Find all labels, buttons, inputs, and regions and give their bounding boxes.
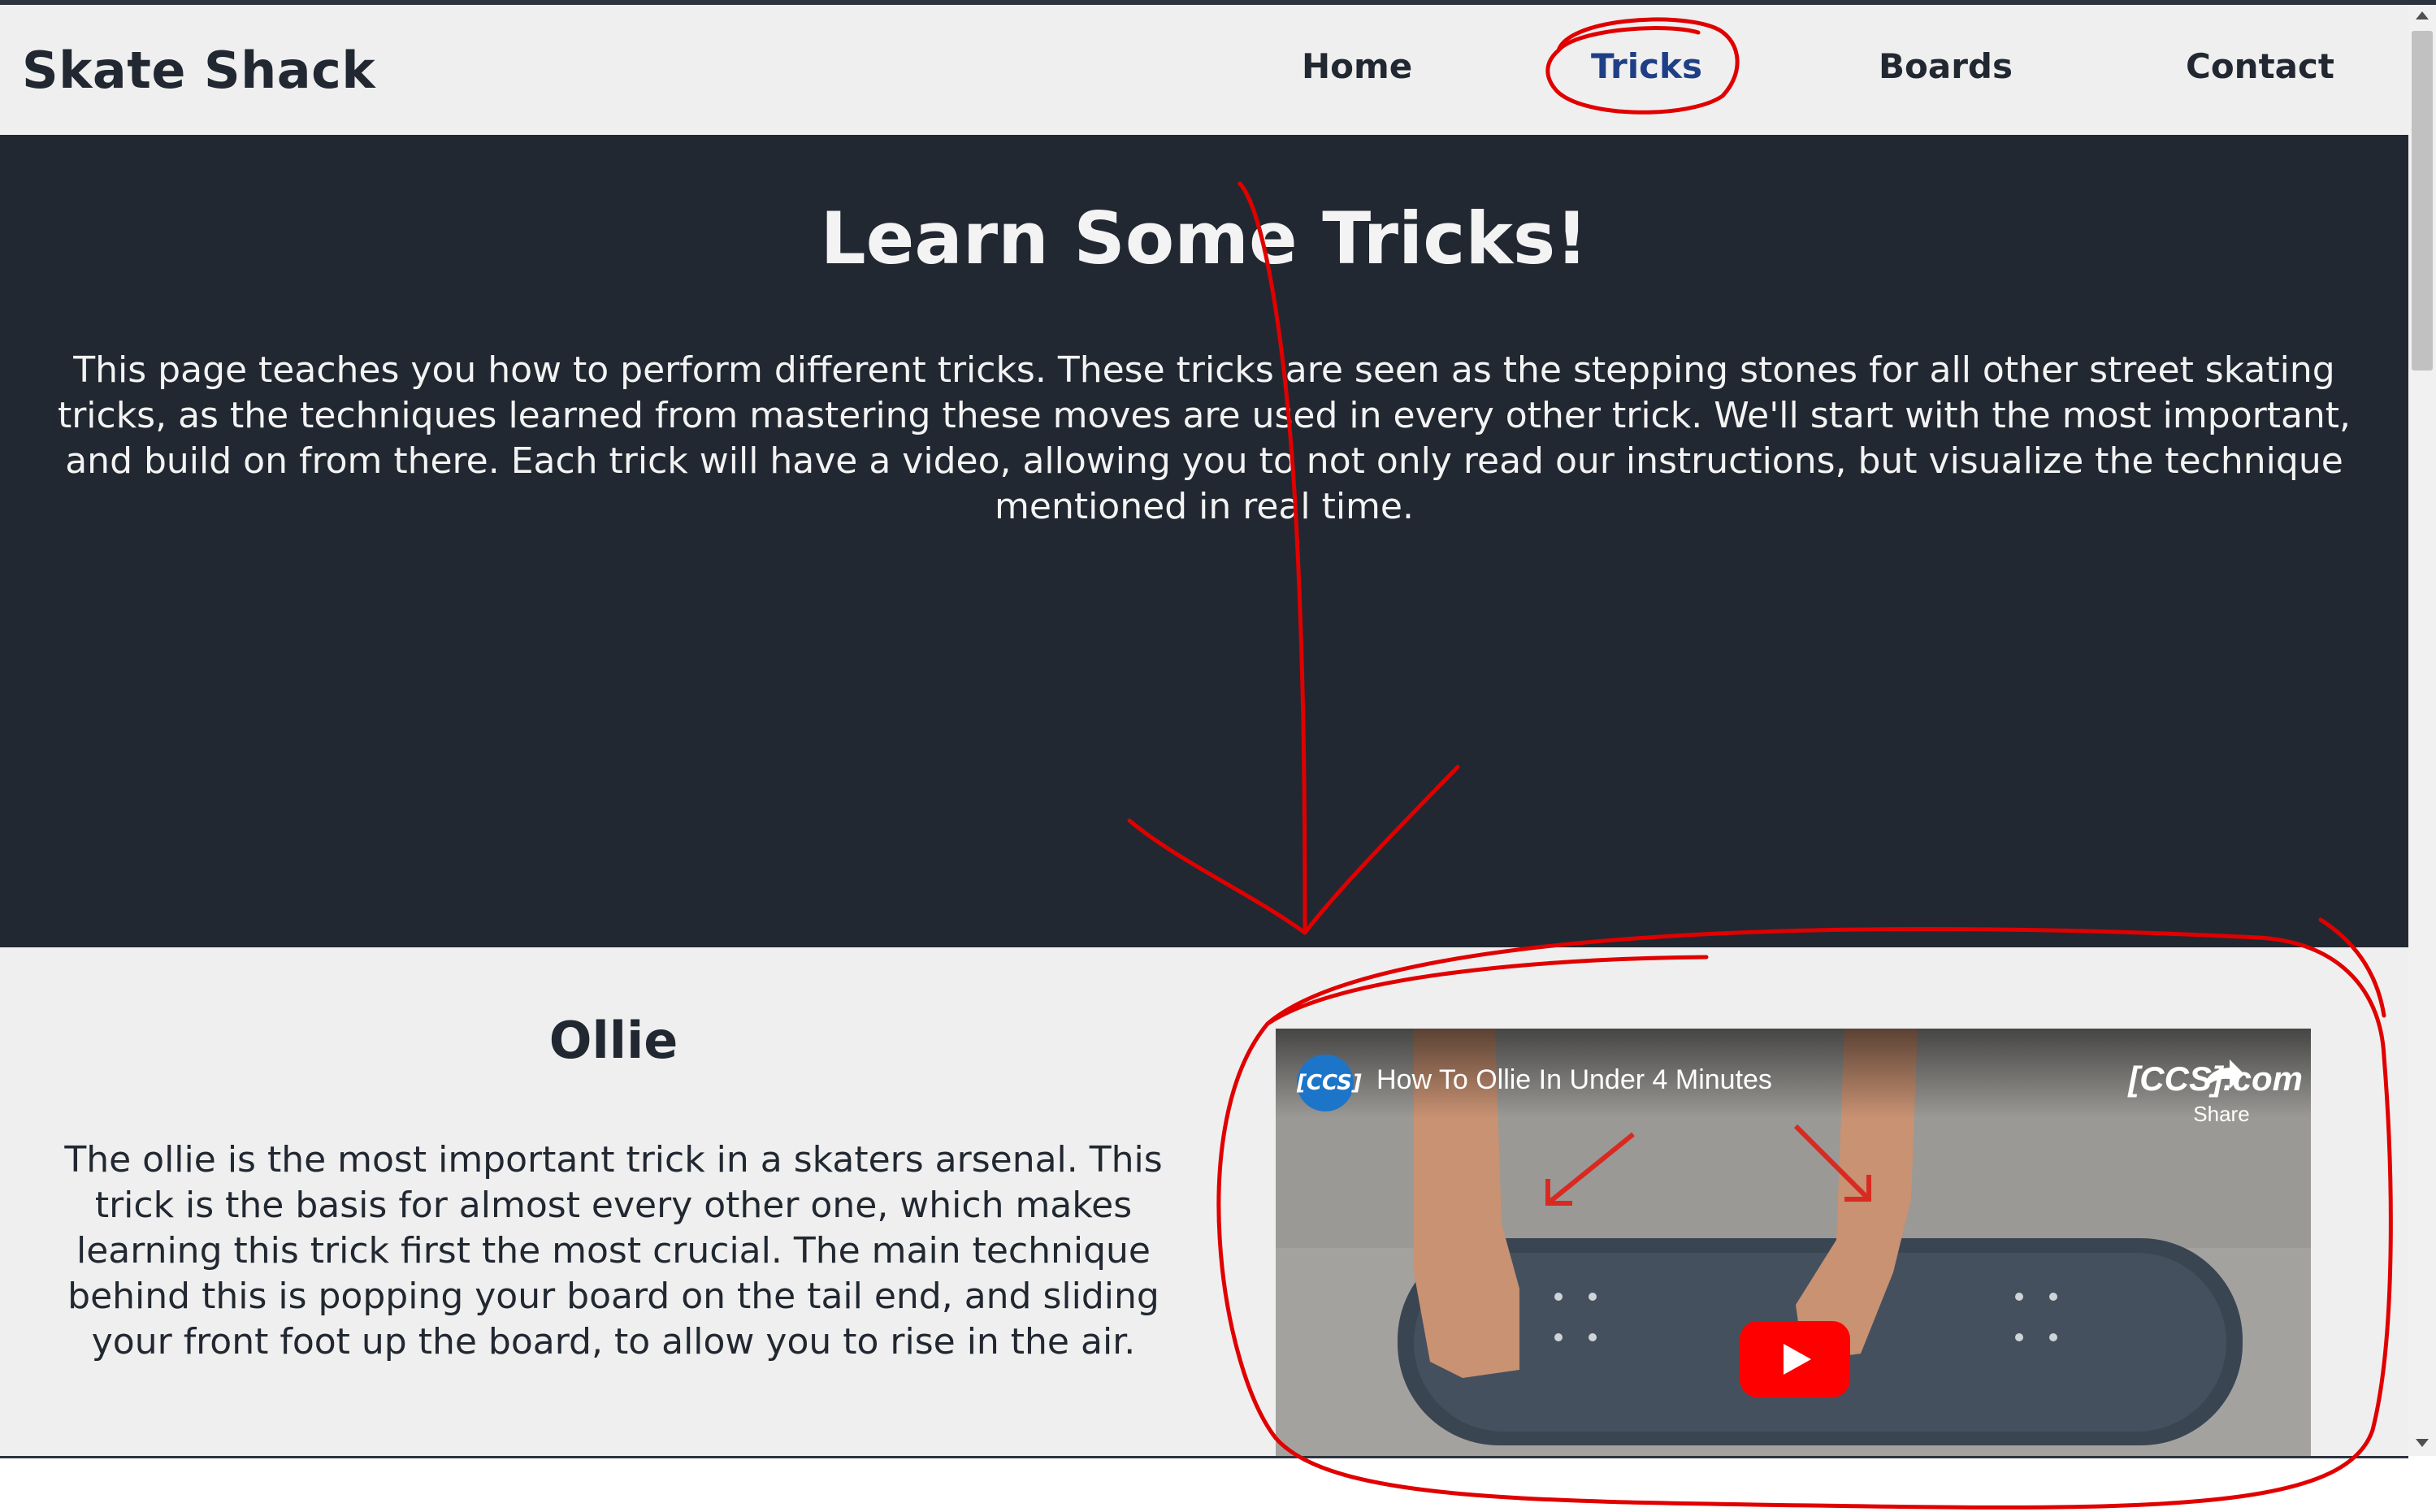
video-embed[interactable]: [CCS] How To Ollie In Under 4 Minutes [C…	[1276, 1029, 2311, 1456]
scroll-up-arrow-icon[interactable]	[2416, 11, 2429, 19]
share-button[interactable]: Share	[2189, 1051, 2254, 1126]
trick-title: Ollie	[548, 1011, 678, 1070]
nav-home[interactable]: Home	[1302, 46, 1412, 86]
share-icon	[2204, 1059, 2244, 1089]
channel-logo[interactable]: [CCS]	[1297, 1055, 1362, 1111]
play-icon	[1784, 1344, 1811, 1375]
scroll-thumb[interactable]	[2412, 31, 2433, 370]
trick-section-ollie: Ollie The ollie is the most important tr…	[0, 947, 2408, 1456]
navbar: Skate Shack Home Tricks Boards Contact	[0, 5, 2408, 135]
vertical-scrollbar[interactable]	[2408, 5, 2436, 1456]
trick-description: The ollie is the most important trick in…	[64, 1139, 1163, 1363]
share-label: Share	[2193, 1102, 2250, 1126]
scroll-down-arrow-icon[interactable]	[2416, 1439, 2429, 1447]
site-brand[interactable]: Skate Shack	[22, 41, 375, 100]
nav-contact[interactable]: Contact	[2186, 46, 2334, 86]
hero-title: Learn Some Tricks!	[820, 197, 1589, 280]
nav-boards[interactable]: Boards	[1879, 46, 2013, 86]
video-title[interactable]: How To Ollie In Under 4 Minutes	[1376, 1064, 1772, 1096]
hero-description: This page teaches you how to perform dif…	[57, 349, 2351, 527]
nav-tricks[interactable]: Tricks	[1591, 46, 1702, 86]
play-button[interactable]	[1740, 1321, 1850, 1397]
page-viewport: Skate Shack Home Tricks Boards Contact L…	[0, 5, 2408, 1456]
hero-section: Learn Some Tricks! This page teaches you…	[0, 135, 2408, 947]
window-bottom-border	[0, 1456, 2408, 1458]
